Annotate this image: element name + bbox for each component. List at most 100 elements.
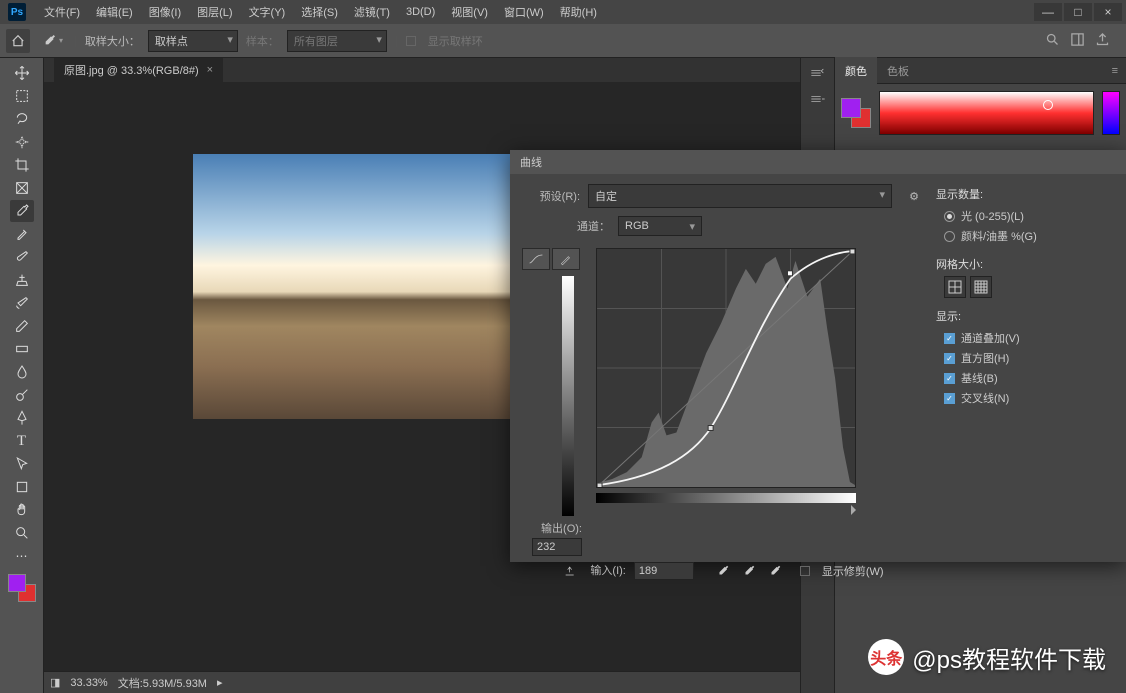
gray-point-eyedropper[interactable]	[740, 562, 758, 580]
search-icon[interactable]	[1045, 32, 1060, 50]
scrubby-icon[interactable]	[560, 562, 582, 580]
curve-mode-pencil[interactable]	[552, 248, 580, 270]
menu-image[interactable]: 图像(I)	[141, 4, 189, 20]
intersection-check[interactable]: ✓交叉线(N)	[936, 388, 1114, 408]
swatches-tab[interactable]: 色板	[877, 57, 919, 85]
menu-window[interactable]: 窗口(W)	[496, 4, 552, 20]
grid-large-button[interactable]	[970, 276, 992, 298]
output-label: 输出(O):	[522, 520, 582, 536]
workspace-icon[interactable]	[1070, 32, 1085, 50]
channel-overlay-check[interactable]: ✓通道叠加(V)	[936, 328, 1114, 348]
input-value[interactable]: 189	[634, 562, 694, 580]
quick-select-tool[interactable]	[10, 131, 34, 153]
share-icon[interactable]	[1095, 32, 1110, 50]
gradient-tool[interactable]	[10, 338, 34, 360]
eraser-tool[interactable]	[10, 315, 34, 337]
clone-stamp-tool[interactable]	[10, 269, 34, 291]
history-brush-tool[interactable]	[10, 292, 34, 314]
menu-bar: Ps 文件(F) 编辑(E) 图像(I) 图层(L) 文字(Y) 选择(S) 滤…	[0, 0, 1126, 24]
pen-tool[interactable]	[10, 407, 34, 429]
menu-type[interactable]: 文字(Y)	[241, 4, 294, 20]
document-tab[interactable]: 原图.jpg @ 33.3%(RGB/8#) ×	[54, 58, 223, 82]
expand-icon[interactable]: ◨	[50, 676, 60, 689]
histogram-check[interactable]: ✓直方图(H)	[936, 348, 1114, 368]
dodge-tool[interactable]	[10, 384, 34, 406]
sample-size-label: 取样大小：	[85, 33, 140, 49]
preset-gear-icon[interactable]: ⚙	[906, 188, 922, 204]
options-bar: ▾ | 取样大小： 取样点 样本： 所有图层 | 显示取样环	[0, 24, 1126, 58]
color-tab[interactable]: 颜色	[835, 57, 877, 85]
color-spectrum[interactable]	[879, 91, 1094, 135]
zoom-tool[interactable]	[10, 522, 34, 544]
menu-select[interactable]: 选择(S)	[293, 4, 346, 20]
menu-edit[interactable]: 编辑(E)	[88, 4, 141, 20]
doc-info[interactable]: 文档:5.93M/5.93M	[118, 675, 207, 691]
show-clipping-checkbox[interactable]	[800, 566, 810, 576]
frame-tool[interactable]	[10, 177, 34, 199]
show-ring-label: 显示取样环	[428, 33, 483, 49]
home-icon[interactable]	[6, 29, 30, 53]
sample-size-select[interactable]: 取样点	[148, 30, 238, 52]
more-tools[interactable]: ⋯	[10, 545, 34, 567]
baseline-check[interactable]: ✓基线(B)	[936, 368, 1114, 388]
pigment-radio[interactable]: 颜料/油墨 %(G)	[936, 226, 1114, 246]
document-tab-title: 原图.jpg @ 33.3%(RGB/8#)	[64, 62, 199, 78]
window-maximize[interactable]: □	[1064, 3, 1092, 21]
zoom-level[interactable]: 33.33%	[70, 677, 107, 689]
tool-preset-icon[interactable]: ▾	[38, 29, 66, 53]
dock-icon-1[interactable]	[806, 62, 830, 84]
curve-mode-point[interactable]	[522, 248, 550, 270]
shape-tool[interactable]	[10, 476, 34, 498]
menu-filter[interactable]: 滤镜(T)	[346, 4, 398, 20]
black-point-eyedropper[interactable]	[714, 562, 732, 580]
channel-label: 通道：	[522, 218, 610, 234]
dialog-title-bar[interactable]: 曲线	[510, 150, 1126, 174]
menu-file[interactable]: 文件(F)	[36, 4, 88, 20]
menu-help[interactable]: 帮助(H)	[552, 4, 605, 20]
curve-graph[interactable]	[596, 248, 856, 488]
color-panel	[835, 84, 1126, 142]
healing-brush-tool[interactable]	[10, 223, 34, 245]
status-bar: ◨ 33.33% 文档:5.93M/5.93M ▸	[44, 671, 800, 693]
crop-tool[interactable]	[10, 154, 34, 176]
window-minimize[interactable]: —	[1034, 3, 1062, 21]
marquee-tool[interactable]	[10, 85, 34, 107]
menu-view[interactable]: 视图(V)	[443, 4, 496, 20]
menu-3d[interactable]: 3D(D)	[398, 6, 443, 18]
channel-select[interactable]: RGB	[618, 216, 702, 236]
doc-info-arrow[interactable]: ▸	[217, 676, 223, 689]
fg-bg-swatch[interactable]	[841, 98, 871, 128]
input-label: 输入(I):	[590, 562, 625, 578]
grid-small-button[interactable]	[944, 276, 966, 298]
show-ring-checkbox[interactable]	[406, 36, 416, 46]
blur-tool[interactable]	[10, 361, 34, 383]
tools-panel: T ⋯	[0, 58, 44, 693]
hand-tool[interactable]	[10, 499, 34, 521]
path-select-tool[interactable]	[10, 453, 34, 475]
menu-layer[interactable]: 图层(L)	[189, 4, 240, 20]
display-amount-label: 显示数量:	[936, 186, 1114, 202]
output-gradient	[562, 276, 574, 516]
document-tab-close[interactable]: ×	[207, 64, 213, 76]
dock-icon-2[interactable]	[806, 88, 830, 110]
eyedropper-tool[interactable]	[10, 200, 34, 222]
watermark: 头条 @ps教程软件下载	[868, 639, 1106, 675]
brush-tool[interactable]	[10, 246, 34, 268]
lasso-tool[interactable]	[10, 108, 34, 130]
type-tool[interactable]: T	[10, 430, 34, 452]
window-close[interactable]: ×	[1094, 3, 1122, 21]
hue-slider[interactable]	[1102, 91, 1120, 135]
app-logo: Ps	[8, 3, 26, 21]
panel-menu-icon[interactable]: ≡	[1104, 65, 1126, 77]
sample-layers-label: 样本：	[246, 33, 279, 49]
sample-layers-select[interactable]: 所有图层	[287, 30, 387, 52]
watermark-icon: 头条	[868, 639, 904, 675]
light-radio[interactable]: 光 (0-255)(L)	[936, 206, 1114, 226]
input-gradient	[596, 493, 856, 503]
color-swatches[interactable]	[8, 574, 36, 602]
preset-select[interactable]: 自定	[588, 184, 892, 208]
output-value[interactable]: 232	[532, 538, 582, 556]
move-tool[interactable]	[10, 62, 34, 84]
curves-dialog: 曲线 预设(R): 自定 ⚙ 通道： RGB 输出(	[510, 150, 1126, 562]
white-point-eyedropper[interactable]	[766, 562, 784, 580]
